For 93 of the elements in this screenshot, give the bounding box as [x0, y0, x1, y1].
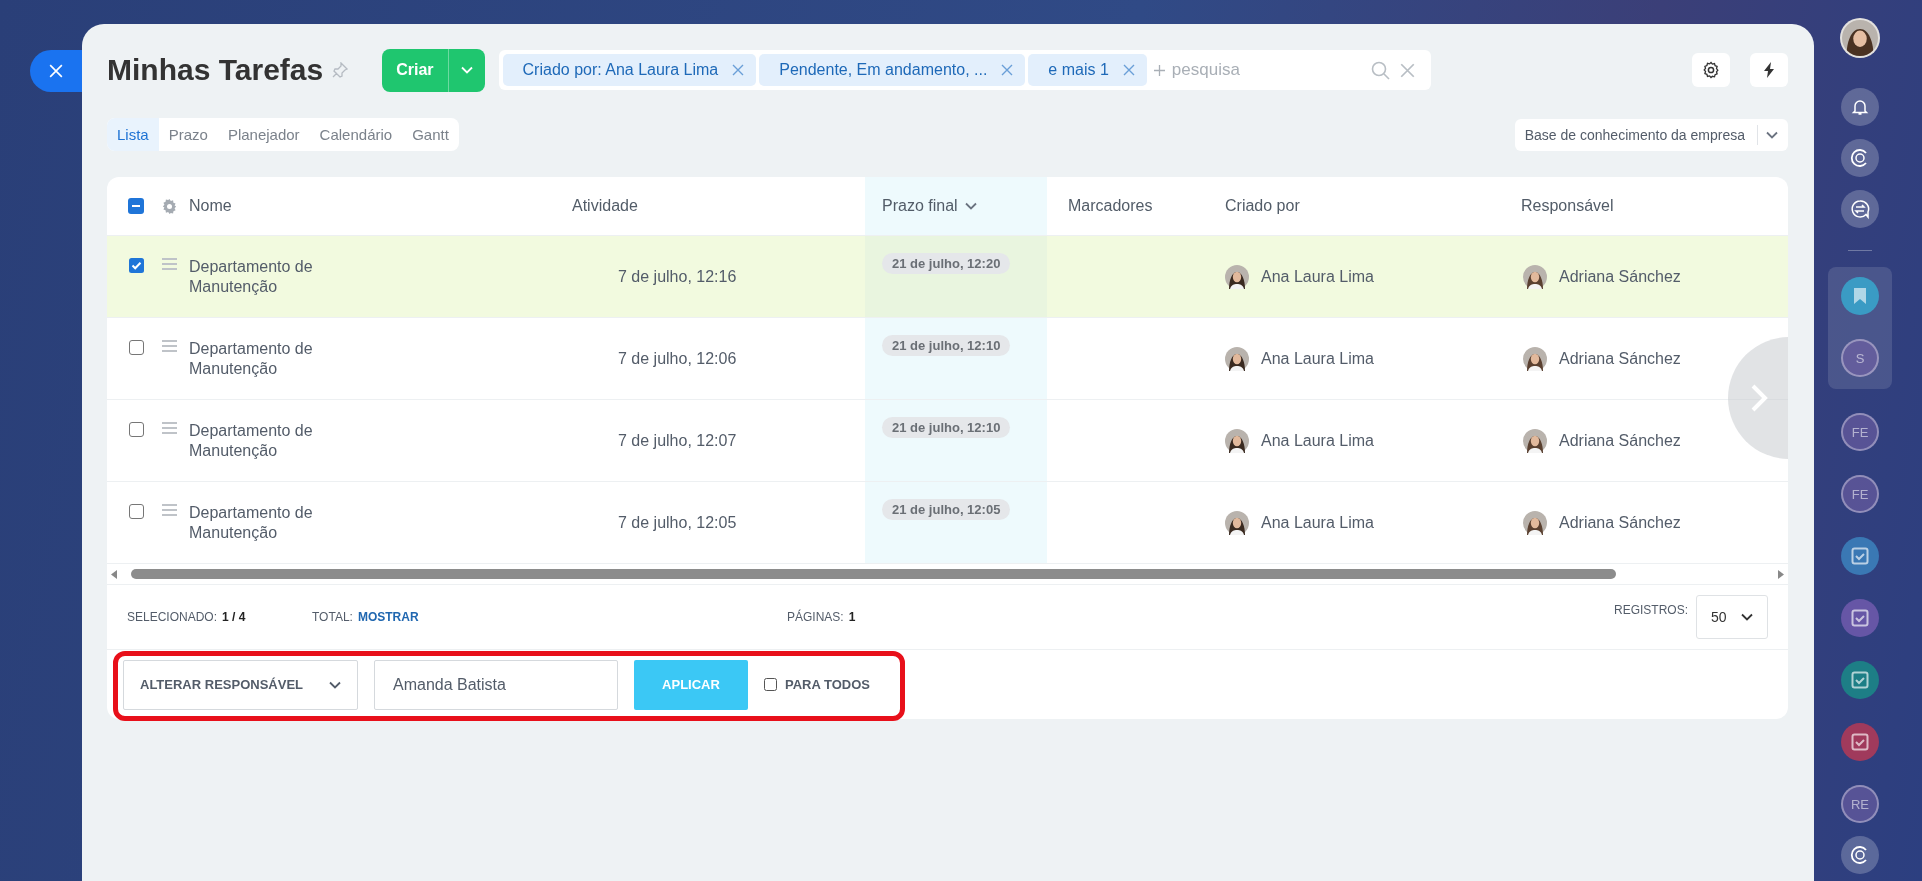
records-label: REGISTROS:	[1614, 603, 1688, 617]
task-icon[interactable]	[1841, 661, 1879, 699]
view-tab[interactable]: Planejador	[217, 118, 310, 151]
avatar-icon	[1225, 346, 1249, 371]
chevron-down-icon	[460, 66, 473, 74]
bell-icon[interactable]	[1841, 88, 1879, 126]
scroll-left-icon[interactable]	[111, 569, 117, 579]
row-checkbox[interactable]	[129, 504, 144, 519]
settings-button[interactable]	[1692, 53, 1730, 87]
action-dropdown[interactable]: ALTERAR RESPONSÁVEL	[123, 659, 358, 710]
close-icon[interactable]	[1001, 64, 1014, 76]
filter-chip[interactable]: e mais 1	[1028, 54, 1147, 86]
drag-handle-icon[interactable]	[161, 422, 177, 434]
page-title: Minhas Tarefas	[107, 53, 324, 87]
chevron-down-icon	[1766, 130, 1778, 139]
table-cell: 7 de julho, 12:07	[618, 431, 737, 450]
show-total-link[interactable]: MOSTRAR	[357, 610, 419, 624]
records-dropdown[interactable]: 50	[1696, 595, 1768, 639]
drag-handle-icon[interactable]	[161, 504, 177, 516]
user-avatar[interactable]	[1840, 18, 1880, 58]
close-icon[interactable]	[1122, 64, 1135, 76]
plus-icon	[1153, 64, 1165, 76]
avatar-icon	[1225, 510, 1249, 535]
user-name[interactable]: Adriana Sánchez	[1559, 431, 1681, 450]
user-name[interactable]: Ana Laura Lima	[1261, 431, 1374, 450]
deadline-badge[interactable]: 21 de julho, 12:05	[882, 499, 1011, 520]
task-name[interactable]: Departamento de Manutenção	[189, 420, 339, 461]
task-name[interactable]: Departamento de Manutenção	[189, 502, 339, 543]
knowledge-base-dropdown[interactable]: Base de conhecimento da empresa	[1514, 118, 1788, 151]
filter-chip[interactable]: Pendente, Em andamento, ...	[759, 54, 1026, 86]
filter-search-field[interactable]: Criado por: Ana Laura Lima Pendente, Em andamento, ... e mais 1 pesquisa	[498, 50, 1431, 90]
task-name[interactable]: Departamento de Manutenção	[189, 338, 339, 379]
task-name[interactable]: Departamento de Manutenção	[189, 256, 339, 297]
close-icon[interactable]	[732, 64, 745, 76]
user-name[interactable]: Ana Laura Lima	[1261, 267, 1374, 286]
assistant-icon[interactable]	[1841, 139, 1879, 177]
column-header[interactable]: Marcadores	[1068, 197, 1153, 215]
column-header[interactable]: Responsável	[1521, 197, 1614, 215]
bookmark-icon[interactable]	[1841, 277, 1879, 315]
avatar-icon	[1523, 346, 1547, 371]
total-label: TOTAL:	[312, 610, 353, 624]
for-all-checkbox[interactable]	[764, 678, 777, 691]
column-header[interactable]: Criado por	[1225, 197, 1300, 215]
chevron-down-icon	[1741, 613, 1753, 621]
view-tab[interactable]: Prazo	[158, 118, 218, 151]
filter-chip[interactable]: Criado por: Ana Laura Lima	[502, 54, 757, 86]
deadline-badge[interactable]: 21 de julho, 12:10	[882, 417, 1011, 438]
row-checkbox[interactable]	[129, 340, 144, 355]
row-checkbox[interactable]	[129, 258, 144, 273]
task-icon[interactable]	[1841, 723, 1879, 761]
settings-icon[interactable]	[161, 198, 177, 214]
table-cell: 7 de julho, 12:06	[618, 349, 737, 368]
scroll-right-icon[interactable]	[1778, 569, 1784, 579]
for-all-label[interactable]: PARA TODOS	[785, 677, 870, 692]
user-name[interactable]: Ana Laura Lima	[1261, 349, 1374, 368]
user-name[interactable]: Adriana Sánchez	[1559, 513, 1681, 532]
chevron-down-icon	[964, 202, 977, 210]
close-button[interactable]	[30, 50, 82, 92]
drag-handle-icon[interactable]	[161, 340, 177, 352]
user-name[interactable]: Adriana Sánchez	[1559, 267, 1681, 286]
view-tab[interactable]: Lista	[107, 118, 159, 151]
task-icon[interactable]	[1841, 599, 1879, 637]
avatar-icon	[1523, 510, 1547, 535]
deadline-badge[interactable]: 21 de julho, 12:10	[882, 335, 1011, 356]
view-tab[interactable]: Calendário	[309, 118, 403, 151]
selected-count: 1 / 4	[222, 610, 246, 624]
avatar-icon	[1523, 428, 1547, 453]
select-all-checkbox[interactable]	[128, 198, 144, 214]
drag-handle-icon[interactable]	[161, 258, 177, 270]
assistant-icon[interactable]	[1841, 836, 1879, 874]
lightning-icon[interactable]	[1763, 62, 1775, 78]
chat-icon[interactable]	[1841, 190, 1879, 228]
avatar-icon	[1225, 428, 1249, 453]
assignee-field[interactable]: Amanda Batista	[374, 659, 618, 710]
user-name[interactable]: Adriana Sánchez	[1559, 349, 1681, 368]
column-header[interactable]: Prazo final	[882, 197, 958, 215]
avatar-icon	[1225, 264, 1249, 289]
column-header[interactable]: Nome	[189, 197, 232, 215]
table-cell: 7 de julho, 12:16	[618, 267, 737, 286]
automation-button[interactable]	[1750, 53, 1788, 87]
user-name[interactable]: Ana Laura Lima	[1261, 513, 1374, 532]
selected-label: SELECIONADO:	[127, 610, 218, 624]
pages-count: 1	[848, 610, 856, 624]
deadline-badge[interactable]: 21 de julho, 12:20	[882, 253, 1011, 274]
chevron-down-icon	[329, 680, 341, 689]
pages-label: PÁGINAS:	[787, 610, 844, 624]
avatar-icon	[1523, 264, 1547, 289]
column-header[interactable]: Atividade	[572, 197, 638, 215]
task-icon[interactable]	[1841, 537, 1879, 575]
table-cell: 7 de julho, 12:05	[618, 513, 737, 532]
view-tab[interactable]: Gantt	[402, 118, 459, 151]
row-checkbox[interactable]	[129, 422, 144, 437]
gear-icon[interactable]	[1702, 61, 1720, 79]
